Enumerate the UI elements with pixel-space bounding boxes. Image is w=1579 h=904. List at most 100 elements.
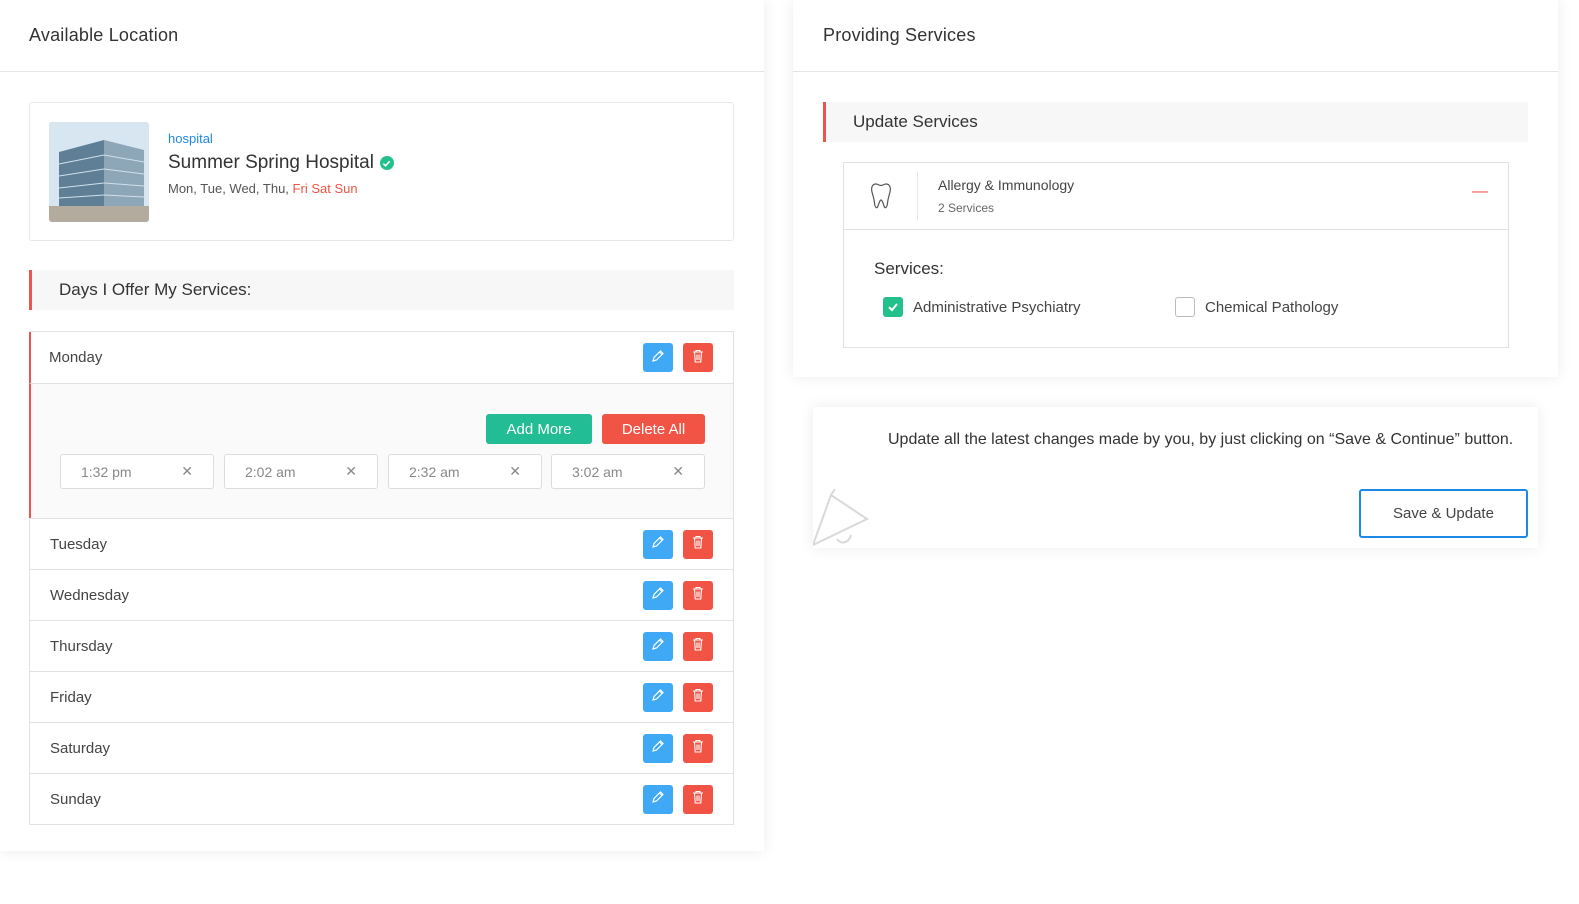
service-label: Administrative Psychiatry [913, 298, 1081, 316]
delete-button[interactable] [683, 784, 713, 814]
time-value: 3:02 am [572, 463, 623, 480]
service-category-titles: Allergy & Immunology 2 Services [918, 177, 1074, 215]
day-row-wednesday[interactable]: Wednesday [30, 569, 733, 620]
verified-icon [379, 156, 394, 170]
pencil-icon [651, 739, 665, 757]
delete-button[interactable] [683, 631, 713, 661]
service-category-header[interactable]: Allergy & Immunology 2 Services — [844, 163, 1508, 230]
clear-icon[interactable]: ✕ [345, 463, 357, 480]
service-category: Allergy & Immunology 2 Services — Servic… [843, 162, 1509, 348]
trash-icon [692, 586, 704, 604]
trash-icon [692, 688, 704, 706]
day-label: Wednesday [50, 586, 129, 604]
row-actions [643, 529, 713, 559]
category-count: 2 Services [938, 201, 995, 215]
edit-button[interactable] [643, 784, 673, 814]
location-name: Summer Spring Hospital [168, 152, 394, 174]
services-label: Services: [874, 259, 944, 278]
day-row-tuesday[interactable]: Tuesday [30, 518, 733, 569]
day-label: Saturday [50, 739, 111, 757]
clear-icon[interactable]: ✕ [181, 463, 193, 480]
panel-header: Providing Services [793, 0, 1558, 72]
row-actions [643, 784, 713, 814]
category-name: Allergy & Immunology [938, 177, 1075, 193]
days-heading: Days I Offer My Services: [29, 270, 734, 310]
save-update-button[interactable]: Save & Update [1359, 489, 1528, 538]
day-row-thursday[interactable]: Thursday [30, 620, 733, 671]
delete-button[interactable] [683, 529, 713, 559]
edit-button[interactable] [643, 343, 673, 372]
panel-header: Available Location [0, 0, 764, 72]
time-slot-field[interactable]: 3:02 am ✕ [551, 454, 705, 489]
day-label: Tuesday [50, 535, 107, 553]
tooth-icon [844, 172, 918, 220]
day-label: Monday [49, 349, 103, 366]
clear-icon[interactable]: ✕ [672, 463, 684, 480]
available-location-panel: Available Location hospital Summer Sprin… [0, 0, 764, 851]
row-actions [643, 580, 713, 610]
time-value: 1:32 pm [81, 463, 132, 480]
day-row-sunday[interactable]: Sunday [30, 773, 733, 824]
time-slot-field[interactable]: 1:32 pm ✕ [60, 454, 214, 489]
edit-button[interactable] [643, 682, 673, 712]
checkbox-unchecked-icon[interactable] [1175, 297, 1195, 317]
days-heading-text: Days I Offer My Services: [59, 280, 252, 299]
location-type[interactable]: hospital [168, 131, 213, 146]
row-actions [643, 631, 713, 661]
day-row-saturday[interactable]: Saturday [30, 722, 733, 773]
providing-services-panel: Providing Services Update Services Aller… [793, 0, 1558, 377]
edit-button[interactable] [643, 631, 673, 661]
pencil-icon [651, 349, 665, 367]
trash-icon [692, 790, 704, 808]
edit-button[interactable] [643, 529, 673, 559]
location-card[interactable]: hospital Summer Spring Hospital Mon, Tue… [29, 102, 734, 241]
delete-button[interactable] [683, 580, 713, 610]
trash-icon [692, 739, 704, 757]
row-actions [643, 343, 713, 372]
pencil-icon [651, 790, 665, 808]
service-checkbox-administrative-psychiatry[interactable]: Administrative Psychiatry [883, 297, 1081, 317]
row-actions [643, 682, 713, 712]
delete-button[interactable] [683, 733, 713, 763]
day-label: Sunday [50, 790, 101, 808]
pencil-icon [651, 535, 665, 553]
hospital-image [49, 122, 149, 222]
panel-title: Providing Services [823, 25, 976, 45]
time-value: 2:02 am [245, 463, 296, 480]
trash-icon [692, 535, 704, 553]
pencil-icon [651, 586, 665, 604]
collapse-icon[interactable]: — [1472, 183, 1488, 201]
delete-button[interactable] [683, 682, 713, 712]
location-days: Mon, Tue, Wed, Thu, Fri Sat Sun [168, 181, 358, 196]
day-row-friday[interactable]: Friday [30, 671, 733, 722]
add-more-button[interactable]: Add More [486, 414, 592, 444]
day-row-monday[interactable]: Monday [29, 332, 733, 383]
edit-button[interactable] [643, 580, 673, 610]
time-slot-field[interactable]: 2:02 am ✕ [224, 454, 378, 489]
row-actions [643, 733, 713, 763]
closed-days: Fri Sat Sun [292, 181, 358, 196]
edit-button[interactable] [643, 733, 673, 763]
trash-icon [692, 349, 704, 367]
time-value: 2:32 am [409, 463, 460, 480]
service-checkbox-chemical-pathology[interactable]: Chemical Pathology [1175, 297, 1338, 317]
delete-all-button[interactable]: Delete All [602, 414, 705, 444]
update-services-heading: Update Services [823, 102, 1528, 142]
time-slot-field[interactable]: 2:32 am ✕ [388, 454, 542, 489]
clear-icon[interactable]: ✕ [509, 463, 521, 480]
open-days: Mon, Tue, Wed, Thu, [168, 181, 289, 196]
trash-icon [692, 637, 704, 655]
save-message: Update all the latest changes made by yo… [888, 431, 1514, 448]
pencil-icon [651, 637, 665, 655]
location-name-text: Summer Spring Hospital [168, 152, 374, 173]
update-services-text: Update Services [853, 112, 978, 131]
day-list: Monday Add More Delete All 1:32 pm ✕ 2:0… [29, 331, 734, 825]
panel-title: Available Location [29, 25, 179, 45]
save-card: Update all the latest changes made by yo… [813, 407, 1538, 548]
monday-time-slots: Add More Delete All 1:32 pm ✕ 2:02 am ✕ … [29, 383, 733, 518]
checkbox-checked-icon[interactable] [883, 297, 903, 317]
megaphone-icon [813, 487, 871, 548]
pencil-icon [651, 688, 665, 706]
delete-button[interactable] [683, 343, 713, 372]
day-label: Friday [50, 688, 92, 706]
